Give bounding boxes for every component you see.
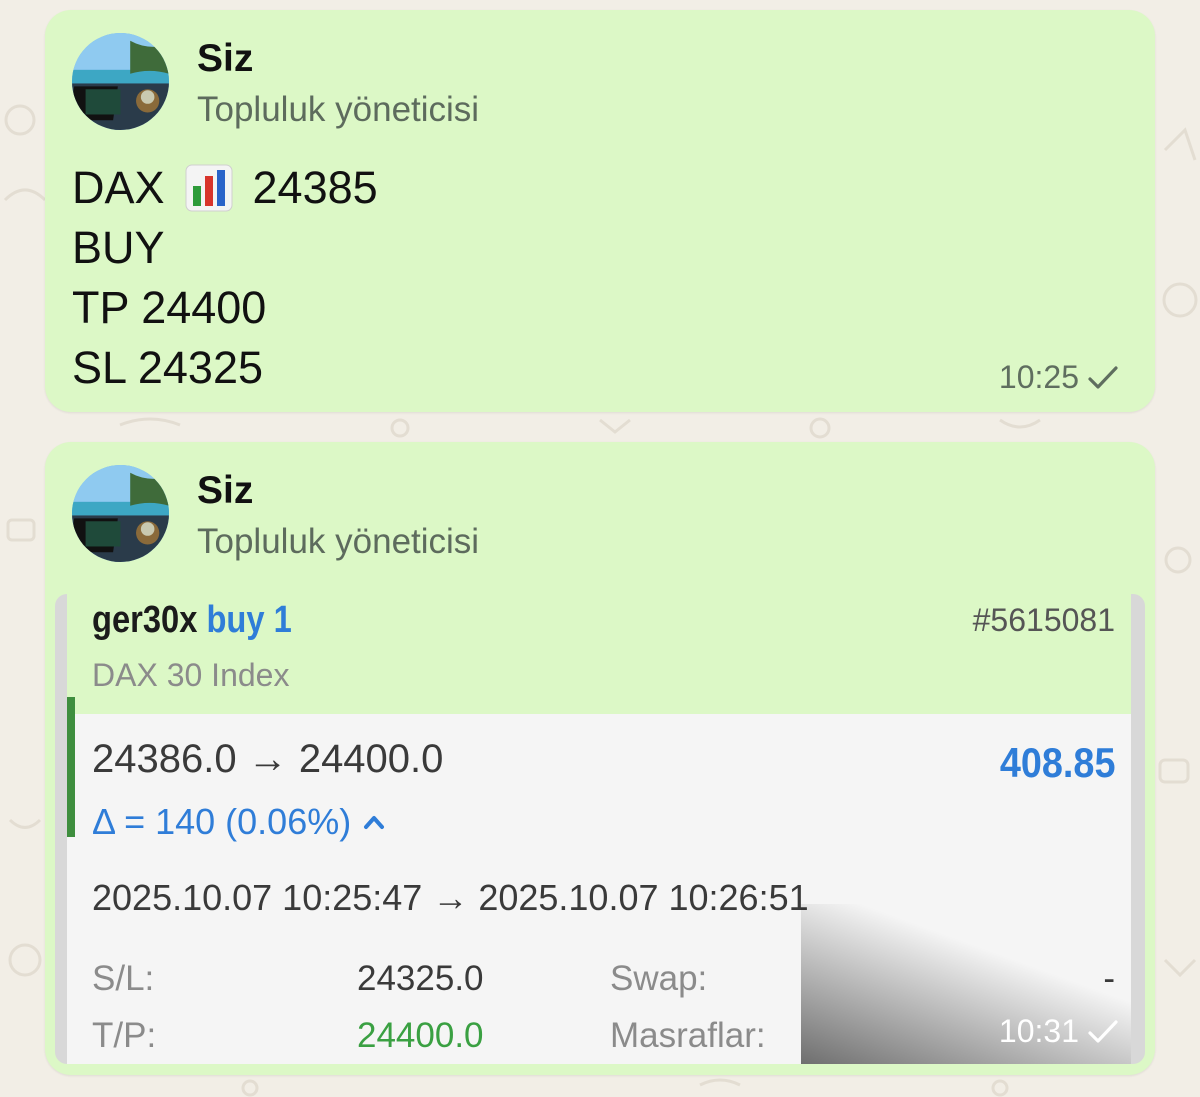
message-bubble-1[interactable]: Siz Topluluk yöneticisi DAX 24385 BUY TP…	[45, 10, 1155, 412]
sent-check-icon	[1088, 1019, 1118, 1043]
profit-value: 408.85	[999, 739, 1115, 786]
avatar[interactable]	[72, 33, 169, 130]
direction-text: BUY	[72, 222, 165, 273]
tp-value: 24400.0	[357, 1016, 484, 1055]
fees-label: Masraflar:	[610, 1016, 766, 1055]
trade-symbol: ger30x	[92, 599, 198, 641]
sent-check-icon	[1088, 365, 1118, 389]
message-bubble-2[interactable]: Siz Topluluk yöneticisi ger30x buy 1 #56…	[45, 442, 1155, 1075]
sender-name[interactable]: Siz	[197, 37, 253, 81]
trade-screenshot-image[interactable]: ger30x buy 1 #5615081 DAX 30 Index 24386…	[55, 594, 1145, 1064]
order-id: #5615081	[972, 602, 1115, 638]
trade-times: 2025.10.07 10:25:47 → 2025.10.07 10:26:5…	[92, 877, 809, 918]
instrument-name: DAX 30 Index	[92, 657, 290, 693]
trade-symbol-line: ger30x buy 1	[92, 599, 292, 642]
take-profit-text: TP 24400	[72, 282, 267, 333]
avatar[interactable]	[72, 465, 169, 562]
sl-value: 24325.0	[357, 959, 484, 998]
sender-role: Topluluk yöneticisi	[197, 90, 480, 129]
chevron-up-icon	[364, 816, 385, 829]
symbol-text: DAX	[72, 162, 165, 213]
delta-text: Δ = 140 (0.06%)	[92, 801, 352, 842]
entry-price-text: 24385	[252, 162, 378, 213]
bar-chart-emoji-icon	[185, 164, 233, 212]
tp-label: T/P:	[92, 1016, 157, 1055]
price-range: 24386.0 → 24400.0	[92, 737, 444, 781]
price-delta: Δ = 140 (0.06%)	[92, 801, 385, 843]
trade-card: ger30x buy 1 #5615081 DAX 30 Index 24386…	[67, 594, 1131, 1064]
sender-name[interactable]: Siz	[197, 469, 253, 513]
swap-label: Swap:	[610, 959, 708, 998]
sender-role: Topluluk yöneticisi	[197, 522, 480, 561]
position-indicator-bar	[67, 697, 75, 837]
sl-label: S/L:	[92, 959, 155, 998]
stop-loss-text: SL 24325	[72, 342, 264, 393]
message-timestamp: 10:25	[999, 359, 1119, 396]
time-text: 10:31	[998, 1013, 1079, 1049]
message-text: DAX 24385 BUY TP 24400 SL 24325	[72, 158, 378, 398]
trade-direction: buy 1	[206, 599, 292, 641]
message-timestamp: 10:31	[999, 1013, 1119, 1050]
time-text: 10:25	[998, 359, 1079, 395]
